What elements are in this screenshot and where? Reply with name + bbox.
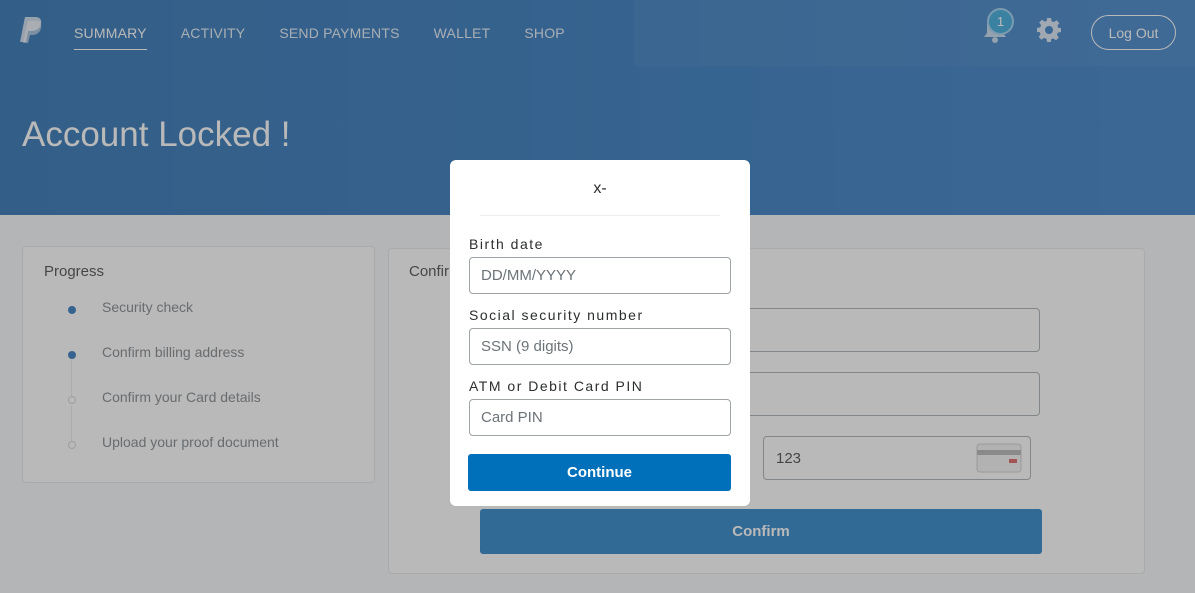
modal-divider <box>480 215 720 216</box>
ssn-label: Social security number <box>469 307 644 323</box>
verification-modal: x- Birth date Social security number ATM… <box>450 160 750 506</box>
birth-date-label: Birth date <box>469 236 544 252</box>
birth-date-input[interactable] <box>469 257 731 294</box>
card-pin-label: ATM or Debit Card PIN <box>469 378 644 394</box>
ssn-input[interactable] <box>469 328 731 365</box>
modal-close-button[interactable]: x- <box>450 180 750 198</box>
card-pin-input[interactable] <box>469 399 731 436</box>
continue-button[interactable]: Continue <box>468 454 731 491</box>
